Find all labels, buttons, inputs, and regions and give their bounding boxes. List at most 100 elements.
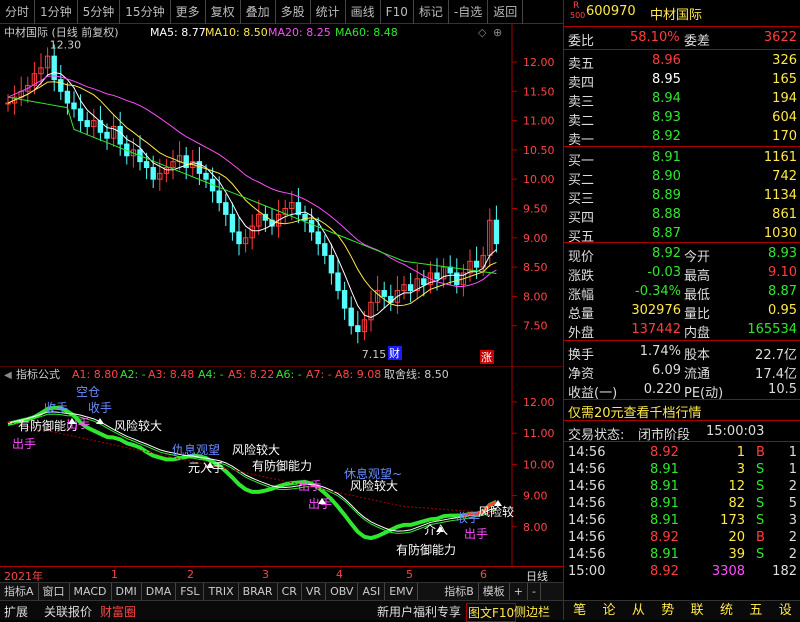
stat-row: 涨跌 -0.03 最高 9.10: [568, 265, 797, 284]
stat-row: 涨幅 -0.34% 最低 8.87: [568, 284, 797, 303]
toolbar-item[interactable]: 5分钟: [78, 0, 121, 24]
candle-body: [216, 190, 222, 204]
promo-link[interactable]: 新用户福利专享: [377, 603, 461, 620]
y-tick-label: 11.00: [523, 115, 555, 128]
x-label-month: 1: [111, 568, 118, 581]
toolbar-item[interactable]: 叠加: [241, 0, 276, 24]
bid-row: 买一 8.91 1161: [568, 150, 797, 169]
collapse-icon: ◀: [4, 370, 12, 381]
indicator-tab[interactable]: 指标A: [0, 583, 39, 600]
period-toolbar: 分时 1分钟 5分钟 15分钟 更多 复权 叠加 多股 统计 画线 F10 标记 -自选 返回: [0, 0, 563, 24]
y-tick-label: 11.50: [523, 85, 555, 98]
ask-row: 卖二 8.93 604: [568, 110, 797, 129]
indicator-tab[interactable]: OBV: [326, 583, 359, 600]
signal-annotation: 收手: [88, 401, 112, 415]
indicator-header-text: A5: 8.22: [228, 368, 274, 381]
stat-row: 外盘 137442 内盘 165534: [568, 322, 797, 341]
low-price-label: 7.15: [362, 348, 387, 361]
ask-row: 卖四 8.95 165: [568, 72, 797, 91]
diamond-icon: ◇: [478, 26, 487, 39]
toolbar-item[interactable]: F10: [381, 0, 414, 24]
chart-header-text: MA5: 8.77: [150, 26, 206, 39]
x-axis: 2021年 1 2 3 4 5 6 日线: [0, 566, 563, 583]
candle-body: [84, 120, 90, 127]
toolbar-item[interactable]: -自选: [449, 0, 489, 24]
candle-body: [407, 284, 414, 292]
stat-row: 现价 8.92 今开 8.93: [568, 246, 797, 265]
toolbar-item[interactable]: 15分钟: [120, 0, 171, 24]
indicator-tab[interactable]: -: [528, 583, 541, 600]
indicator-tabs: 指标A 窗口 MACD DMI DMA FSL TRIX BRAR CR VR OBV ASI EMV 指…: [0, 582, 563, 600]
y-tick-label: 8.50: [523, 261, 548, 274]
candle-body: [355, 325, 361, 333]
chart-header-text: MA60: 8.48: [335, 26, 398, 39]
candle-body: [421, 278, 427, 286]
indicator-tab[interactable]: VR: [302, 583, 327, 600]
x-label-month: 3: [262, 568, 269, 581]
promo-text[interactable]: 仅需20元查看千档行情: [568, 402, 702, 421]
y-tick-label: 8.00: [523, 521, 548, 534]
toolbar-item[interactable]: 返回: [488, 0, 524, 24]
indicator-header-text: A4: -: [198, 368, 224, 381]
x-label-month: 5: [406, 568, 413, 581]
candle-body: [315, 231, 321, 245]
indicator-tab[interactable]: MACD: [70, 583, 112, 600]
expand-button[interactable]: 扩展: [4, 603, 28, 620]
indicator-tab[interactable]: EMV: [385, 583, 419, 600]
indicator-tab[interactable]: FSL: [176, 583, 205, 600]
indicator-header-text: A8: 9.08: [335, 368, 381, 381]
kline-chart[interactable]: 12.00 11.50 11.00 10.50 10.00 9.50 9.00 8.50 8.0…: [0, 24, 563, 366]
bid-row: 买二 8.90 742: [568, 169, 797, 188]
candle-body: [223, 202, 229, 215]
indicator-tab[interactable]: DMA: [142, 583, 177, 600]
f10-button[interactable]: 图文F10: [466, 603, 517, 622]
indicator-tab[interactable]: BRAR: [239, 583, 278, 600]
signal-annotation: 休息观望~: [344, 466, 402, 481]
indicator-tab[interactable]: ASI: [358, 583, 386, 600]
y-tick-label: 8.00: [523, 290, 548, 303]
stock-name: 中材国际: [650, 8, 703, 23]
candle-body: [203, 172, 209, 180]
candle-body: [381, 290, 387, 297]
candle-body: [143, 161, 150, 168]
candle-body: [348, 307, 354, 327]
indicator-tab[interactable]: 窗口: [39, 583, 70, 600]
bid-row: 买五 8.87 1030: [568, 226, 797, 245]
signal-annotation: 出手: [464, 527, 488, 541]
toolbar-item[interactable]: 1分钟: [35, 0, 78, 24]
y-tick-label: 10.00: [523, 458, 555, 471]
signal-annotation: 介入: [424, 523, 448, 537]
candle-body: [434, 272, 440, 280]
toolbar-item[interactable]: 更多: [171, 0, 206, 24]
indicator-tab[interactable]: CR: [278, 583, 302, 600]
y-tick-label: 12.00: [523, 396, 555, 409]
toolbar-item[interactable]: 复权: [206, 0, 241, 24]
indicator-tab[interactable]: TRIX: [204, 583, 239, 600]
toolbar-item[interactable]: 画线: [346, 0, 381, 24]
toolbar-item[interactable]: 统计: [311, 0, 346, 24]
tick-row: 15:00 8.92 3308 182: [568, 564, 797, 579]
indicator-chart[interactable]: 12.00 11.00 10.00 9.00 8.00 指标公式 A1: 8.80 A2: -…: [0, 366, 563, 566]
wealth-circle-button[interactable]: 财富圈: [100, 603, 136, 620]
toolbar-item[interactable]: 分时: [0, 0, 36, 24]
candle-body: [58, 79, 64, 92]
indicator-tab[interactable]: DMI: [112, 583, 142, 600]
indicator-header-text: A1: 8.80: [72, 368, 118, 381]
toolbar-item[interactable]: 标记: [414, 0, 449, 24]
candle-body: [229, 213, 236, 233]
link-price-button[interactable]: 关联报价: [44, 603, 92, 620]
indicator-tab[interactable]: 模板: [479, 583, 510, 600]
toolbar-item[interactable]: 多股: [276, 0, 311, 24]
stock-code: 600970: [586, 4, 636, 19]
y-tick-label: 7.50: [523, 320, 548, 333]
indicator-tab[interactable]: 指标B: [440, 583, 479, 600]
y-tick-label: 9.00: [523, 232, 548, 245]
candle-body: [335, 272, 341, 292]
stat-row: 换手 1.74% 股本 22.7亿: [568, 344, 797, 363]
indicator-tab[interactable]: +: [510, 583, 528, 600]
candle-body: [322, 243, 328, 256]
sidebar-button[interactable]: 侧边栏: [514, 603, 550, 620]
indicator-header-text: 指标公式: [16, 367, 60, 381]
trade-status-row: 交易状态: 闭市阶段 15:00:03: [568, 424, 765, 443]
candle-body: [454, 272, 460, 286]
